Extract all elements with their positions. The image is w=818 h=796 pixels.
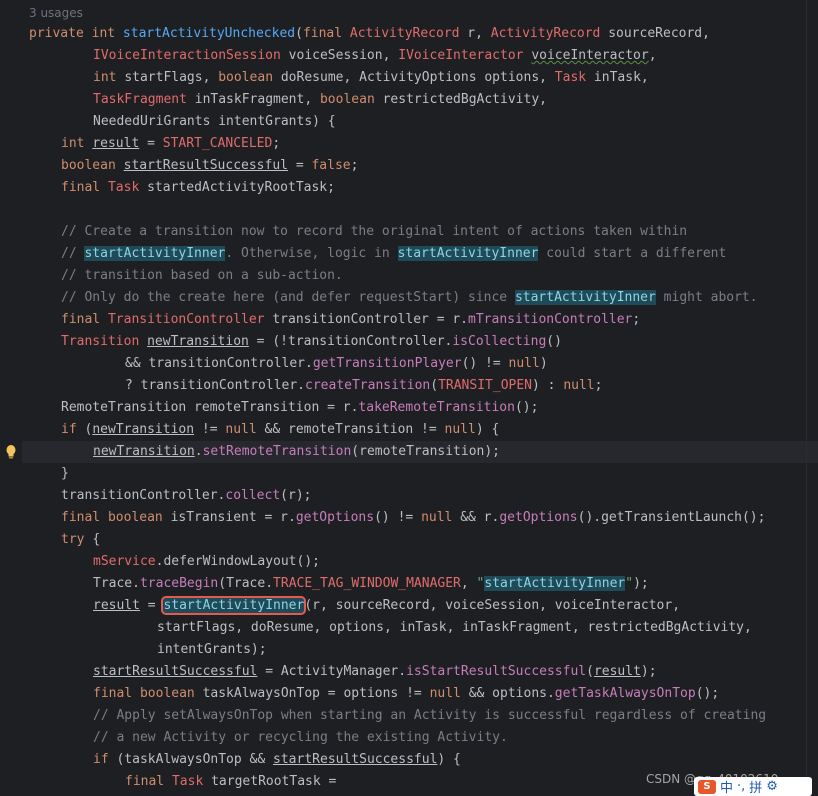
code-line: mService.deferWindowLayout();	[93, 554, 320, 569]
code-line: transitionController.collect(r);	[61, 488, 312, 503]
code-line: && transitionController.getTransitionPla…	[125, 356, 548, 371]
gear-icon[interactable]: ⚙	[766, 779, 778, 794]
ime-chinese-mode[interactable]: 中	[720, 777, 733, 796]
code-line: int startFlags, boolean doResume, Activi…	[93, 70, 649, 85]
code-line: private int startActivityUnchecked(final…	[29, 26, 710, 41]
code-line: TaskFragment inTaskFragment, boolean res…	[93, 92, 547, 107]
comment-line: // a new Activity or recycling the exist…	[93, 730, 508, 745]
code-line: final Task startedActivityRootTask;	[61, 180, 335, 195]
ime-punctuation[interactable]: ·,	[737, 779, 745, 794]
ime-toolbar[interactable]: S 中 ·, 拼 ⚙	[694, 777, 812, 796]
code-line: IVoiceInteractionSession voiceSession, I…	[93, 48, 657, 63]
comment-line: // Apply setAlwaysOnTop when starting an…	[93, 708, 767, 723]
code-line: try {	[61, 532, 101, 547]
code-line: Trace.traceBegin(Trace.TRACE_TAG_WINDOW_…	[93, 576, 649, 591]
code-line: newTransition.setRemoteTransition(remote…	[93, 444, 501, 459]
code-line: final boolean isTransient = r.getOptions…	[61, 510, 766, 525]
code-line: RemoteTransition remoteTransition = r.ta…	[61, 400, 539, 415]
code-line: int result = START_CANCELED;	[61, 136, 281, 151]
code-line: boolean startResultSuccessful = false;	[61, 158, 359, 173]
code-line: Transition newTransition = (!transitionC…	[61, 334, 562, 349]
code-line: result = startActivityInner(r, sourceRec…	[93, 596, 681, 615]
code-line: NeededUriGrants intentGrants) {	[93, 114, 336, 129]
code-line: final Task targetRootTask =	[125, 774, 337, 789]
ime-pinyin[interactable]: 拼	[749, 777, 762, 796]
usages-hint[interactable]: 3 usages	[29, 2, 83, 24]
comment-line: // Only do the create here (and defer re…	[61, 290, 758, 305]
code-line: final TransitionController transitionCon…	[61, 312, 641, 327]
code-line: if (newTransition != null && remoteTrans…	[61, 422, 500, 437]
code-editor[interactable]: 3 usages private int startActivityUnchec…	[0, 0, 818, 796]
code-line: intentGrants);	[157, 642, 267, 657]
editor-gutter	[0, 0, 22, 796]
code-line: startFlags, doResume, options, inTask, i…	[157, 620, 752, 635]
code-line: ? transitionController.createTransition(…	[125, 378, 603, 393]
comment-line: // transition based on a sub-action.	[61, 268, 343, 283]
code-line: startResultSuccessful = ActivityManager.…	[93, 664, 657, 679]
ime-logo[interactable]: S	[698, 779, 716, 794]
highlighted-method-call[interactable]: startActivityInner	[161, 596, 307, 615]
right-margin-guide	[806, 0, 807, 796]
code-line: }	[61, 466, 69, 481]
comment-line: // startActivityInner. Otherwise, logic …	[61, 246, 727, 261]
lightbulb-icon[interactable]	[5, 444, 17, 460]
code-line: final boolean taskAlwaysOnTop = options …	[93, 686, 720, 701]
comment-line: // Create a transition now to record the…	[61, 224, 688, 239]
code-line: if (taskAlwaysOnTop && startResultSucces…	[93, 752, 461, 767]
